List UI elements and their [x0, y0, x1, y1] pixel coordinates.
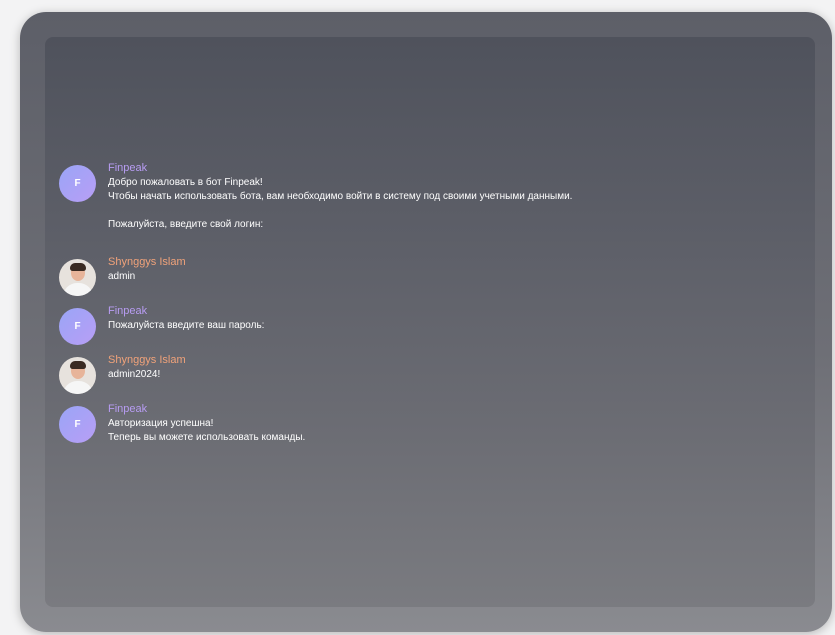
message-text: Авторизация успешна! — [108, 418, 214, 429]
sender-name: Finpeak — [108, 305, 148, 317]
message-body: Finpeak Авторизация успешна! Теперь вы м… — [108, 402, 305, 445]
message-text: admin2024! — [108, 369, 161, 380]
device-frame: F Finpeak Добро пожаловать в бот Finpeak… — [20, 12, 832, 632]
message-body: Shynggys Islam admin — [108, 255, 186, 284]
message-body: Finpeak Пожалуйста введите ваш пароль: — [108, 304, 264, 333]
bot-avatar: F — [59, 165, 96, 202]
message-text: Теперь вы можете использовать команды. — [108, 432, 306, 443]
sender-name: Finpeak — [108, 403, 148, 415]
message-bot-auth-success: F Finpeak Авторизация успешна! Теперь вы… — [59, 402, 305, 445]
message-body: Finpeak Добро пожаловать в бот Finpeak! … — [108, 161, 572, 232]
bot-avatar-letter: F — [74, 321, 81, 332]
sender-name: Shynggys Islam — [108, 256, 186, 268]
message-user-login: Shynggys Islam admin — [59, 255, 186, 296]
message-text: Пожалуйста введите ваш пароль: — [108, 320, 265, 331]
message-body: Shynggys Islam admin2024! — [108, 353, 186, 382]
sender-name: Shynggys Islam — [108, 354, 186, 366]
user-photo-icon — [59, 259, 96, 296]
message-text: Чтобы начать использовать бота, вам необ… — [108, 191, 573, 202]
message-bot-welcome: F Finpeak Добро пожаловать в бот Finpeak… — [59, 161, 572, 232]
message-user-password: Shynggys Islam admin2024! — [59, 353, 186, 394]
user-photo-icon — [59, 357, 96, 394]
bot-avatar-letter: F — [74, 419, 81, 430]
message-text: Добро пожаловать в бот Finpeak! — [108, 177, 263, 188]
bot-avatar: F — [59, 308, 96, 345]
sender-name: Finpeak — [108, 162, 148, 174]
chat-screen: F Finpeak Добро пожаловать в бот Finpeak… — [45, 37, 815, 607]
bot-avatar-letter: F — [74, 178, 81, 189]
message-text: Пожалуйста, введите свой логин: — [108, 219, 264, 230]
bot-avatar: F — [59, 406, 96, 443]
message-bot-password-prompt: F Finpeak Пожалуйста введите ваш пароль: — [59, 304, 264, 345]
message-text: admin — [108, 271, 136, 282]
